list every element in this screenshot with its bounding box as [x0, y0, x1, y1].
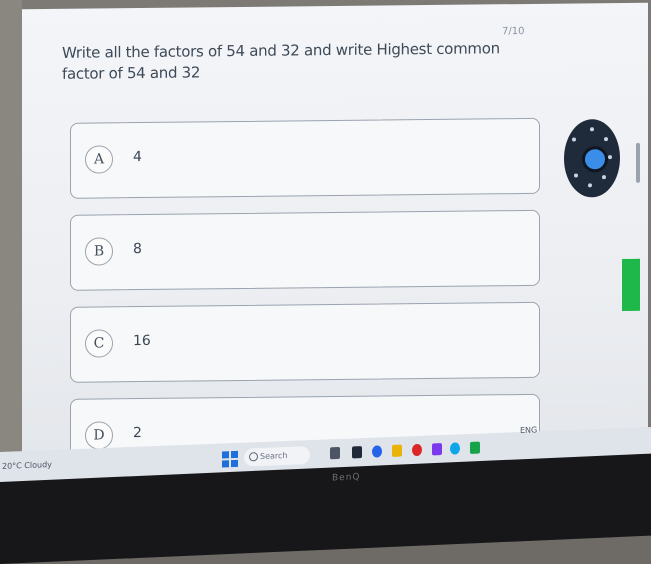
dial-dot-icon[interactable]	[574, 173, 578, 178]
option-a[interactable]: A 4	[70, 117, 540, 199]
option-c-letter: C	[85, 329, 113, 358]
scrollbar-thumb[interactable]	[636, 142, 640, 183]
display-screen: 7/10 Write all the factors of 54 and 32 …	[22, 2, 648, 472]
weather-widget[interactable]: 20°C Cloudy	[2, 460, 52, 471]
taskbar-app-icon[interactable]	[432, 443, 442, 456]
option-b-text: 8	[133, 241, 142, 258]
system-tray[interactable]: ENG	[520, 425, 537, 435]
taskbar-app-icon[interactable]	[330, 446, 340, 460]
search-placeholder: Search	[260, 450, 288, 462]
question-text: Write all the factors of 54 and 32 and w…	[62, 39, 500, 83]
floating-toolbar-dial[interactable]	[564, 119, 620, 198]
room-wall-edge	[0, 0, 22, 470]
option-a-letter: A	[85, 145, 113, 174]
taskbar-app-icon[interactable]	[450, 442, 460, 455]
windows-start-icon[interactable]	[222, 450, 238, 468]
dial-dot-icon[interactable]	[602, 175, 606, 180]
file-explorer-icon[interactable]	[392, 444, 402, 457]
option-b-letter: B	[85, 237, 113, 266]
edge-browser-icon[interactable]	[372, 445, 382, 458]
dial-center-icon[interactable]	[582, 146, 608, 173]
monitor-brand-logo: BenQ	[332, 472, 361, 484]
question-counter: 7/10	[502, 26, 525, 38]
dial-dot-icon[interactable]	[604, 137, 608, 142]
option-c[interactable]: C 16	[70, 301, 540, 383]
taskbar-app-icon[interactable]	[412, 443, 422, 457]
taskbar-search-input[interactable]: Search	[244, 446, 310, 467]
search-icon	[249, 452, 258, 462]
option-c-text: 16	[133, 332, 151, 350]
dial-dot-icon[interactable]	[572, 137, 576, 142]
option-d-text: 2	[133, 425, 142, 442]
dial-dot-icon[interactable]	[588, 183, 592, 188]
dial-dot-icon[interactable]	[590, 127, 594, 132]
taskbar-app-icon[interactable]	[352, 446, 362, 459]
side-panel-tab[interactable]	[622, 258, 640, 311]
option-a-text: 4	[133, 149, 142, 166]
option-d-letter: D	[85, 421, 113, 450]
dial-dot-icon[interactable]	[608, 155, 612, 160]
option-b[interactable]: B 8	[70, 209, 540, 291]
taskbar-app-icon[interactable]	[470, 441, 480, 454]
